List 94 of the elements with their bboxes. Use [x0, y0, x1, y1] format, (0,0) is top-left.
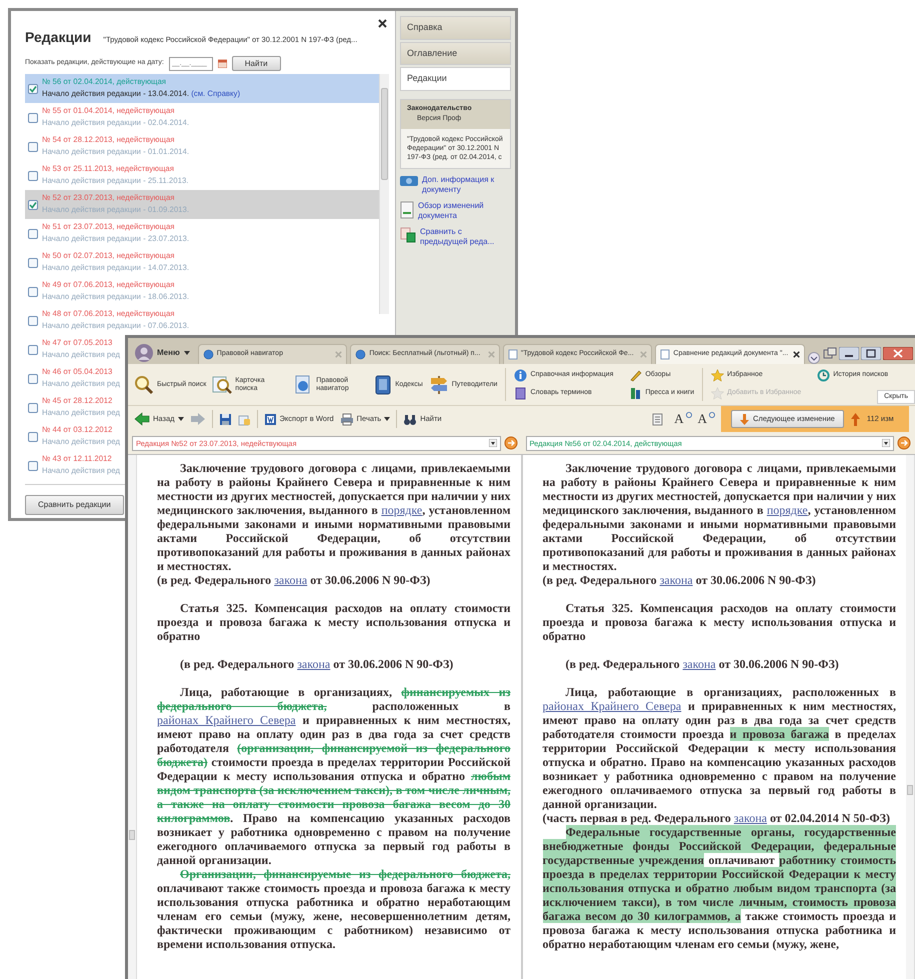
paragraph: (часть первая в ред. Федерального закона от 02.04.2014 N 50-ФЗ): [542, 811, 891, 825]
side-tab[interactable]: Редакции: [400, 67, 511, 90]
user-avatar-icon: [135, 344, 153, 362]
window-close-icon[interactable]: [883, 346, 913, 360]
paragraph: Статья 325. Компенсация расходов на оплату стоимости проезда и провоза багажа к месту использования отпуска и обратно: [542, 600, 896, 643]
paragraph: Статья 325. Компенсация расходов на оплату стоимости проезда и провоза багажа к месту использования отпуска и обратно: [157, 600, 510, 643]
card-magnifier-icon: [212, 374, 232, 394]
paragraph: Организации, финансируемые из федерального бюджета, оплачивают также стоимость проезда и провоза багажа к месту использования отпуска работника и обратно неработающим членам его семьи (мужу, жене, несовершеннолетним детям, фактически проживающим с работником) независимо от времени использования отпуска.: [157, 867, 510, 951]
checkbox[interactable]: [28, 200, 38, 210]
caret-icon: [184, 351, 190, 355]
document-icon[interactable]: [651, 412, 664, 426]
scrollbar[interactable]: [906, 455, 915, 979]
checkbox[interactable]: [28, 403, 38, 413]
checkbox[interactable]: [28, 229, 38, 239]
printer-icon: [340, 412, 354, 426]
books-icon: [629, 387, 642, 400]
checkbox[interactable]: [28, 113, 38, 123]
compare-documents-icon: [400, 226, 416, 242]
checkbox[interactable]: [28, 287, 38, 297]
paragraph: (в ред. Федерального закона от 30.06.2006 N 90-ФЗ): [157, 573, 432, 587]
link[interactable]: закона: [297, 657, 330, 671]
magnifier-icon: [134, 374, 154, 394]
arrow-left-icon: [134, 412, 150, 426]
menu-button[interactable]: Меню: [130, 342, 195, 364]
checkbox[interactable]: [28, 461, 38, 471]
word-document-icon: [264, 412, 276, 426]
link[interactable]: порядке: [381, 503, 422, 517]
info-icon: [514, 369, 528, 382]
link[interactable]: районах Крайнего Севера: [157, 713, 296, 727]
dropdown-arrow-icon: [488, 439, 496, 447]
history-icon: [817, 369, 830, 382]
paragraph: (в ред. Федерального закона от 30.06.2006 N 90-ФЗ): [542, 573, 817, 587]
star-plus-icon: [711, 387, 724, 400]
dropdown-arrow-icon: [882, 439, 890, 447]
paragraph: (в ред. Федерального закона от 30.06.2006 N 90-ФЗ): [179, 656, 454, 671]
pen-icon: [629, 369, 642, 382]
caret-icon: [178, 417, 184, 421]
checkbox[interactable]: [28, 258, 38, 268]
signpost-icon: [428, 374, 449, 394]
find-button[interactable]: Найти: [232, 56, 281, 71]
paragraph: (в ред. Федерального закона от 30.06.2006 N 90-ФЗ): [564, 656, 840, 671]
link[interactable]: закона: [660, 573, 693, 587]
side-link[interactable]: Сравнить с предыдущей реда...: [420, 226, 511, 246]
circle-button-icon[interactable]: [504, 436, 518, 450]
checkbox[interactable]: [28, 432, 38, 442]
star-icon: [711, 369, 724, 382]
link[interactable]: закона: [682, 657, 716, 671]
checkbox[interactable]: [28, 142, 38, 152]
side-tab[interactable]: Оглавление: [400, 42, 511, 65]
minimize-icon[interactable]: [839, 346, 859, 360]
font-increase-button[interactable]: A: [674, 412, 688, 426]
tick-icon: [29, 85, 37, 93]
restore-icon[interactable]: [823, 347, 837, 359]
link[interactable]: закона: [734, 811, 767, 825]
dictionary-icon: [514, 387, 528, 400]
link[interactable]: порядке: [766, 503, 808, 517]
arrow-up-icon[interactable]: [850, 412, 861, 426]
side-tab[interactable]: Справка: [400, 16, 511, 40]
checkbox[interactable]: [28, 316, 38, 326]
font-decrease-button[interactable]: A: [698, 412, 711, 426]
checkbox[interactable]: [28, 345, 38, 355]
circle-button-icon[interactable]: [897, 436, 911, 450]
caret-icon: [384, 417, 390, 421]
paragraph: Заключение трудового договора с лицами, привлекаемыми на работу в районы Крайнего Севера и приравненные к ним местности из других местностей, допускается при наличии у них медицинского заключения, выданного в порядке, установленном федеральными законами и иными нормативными правовыми актами Российской Федерации, об отсутствии противопоказаний для работы и проживания в данных районах и местностях.: [542, 461, 896, 573]
info-card-icon: [400, 174, 418, 186]
checkbox[interactable]: [28, 84, 38, 94]
scrollbar[interactable]: [379, 74, 389, 314]
book-icon: [374, 374, 392, 394]
binoculars-icon: [403, 412, 418, 426]
new-tab-icon[interactable]: [808, 352, 820, 364]
paragraph: Лица, работающие в организациях, расположенных в районах Крайнего Севера и приравненных к ним местностях, имеют право на оплату один раз в два года за счет средств работодателя стоимости проезда и провоза багажа в пределах территории Российской Федерации к месту использования отпуска и обратно. Право на компенсацию указанных расходов возникает у работника одновременно с правом на получение ежегодного оплачиваемого отпуска за первый год работы в данной организации.: [542, 684, 896, 811]
page-icon: [660, 349, 670, 360]
review-document-icon: [400, 200, 414, 218]
paragraph: Лица, работающие в организациях, финансируемых из федерального бюджета, расположенных в районах Крайнего Севера и приравненных к ним местностях, имеют право на оплату один раз в два года за счет средств работодателя (организации, финансируемой из федерального бюджета) стоимости проезда в пределах территории Российской Федерации к месту использования отпуска и обратно любым видом транспорта (за исключением такси), в том числе личным, а также на оплату стоимости провоза багажа весом до 30 килограммов. Право на компенсацию указанных расходов возникает у работника одновременно с правом на получение ежегодного оплачиваемого отпуска за первый год работы в данной организации.: [157, 684, 510, 867]
arrow-right-icon[interactable]: [190, 412, 206, 426]
scrollbar[interactable]: [128, 455, 137, 979]
paragraph: Федеральные государственные органы, государственные внебюджетные фонды Российской Федерации, федеральные государственные учреждения оплачивают работнику стоимость проезда в пределах территории Российской Федерации к месту использования отпуска и обратно любым видом транспорта (за исключением такси), в том числе личным, стоимость провоза багажа весом до 30 килограммов, а также стоимость проезда и провоза багажа к месту использования отпуска работника и обратно неработающим членам его семьи (мужу, жене,: [542, 825, 896, 951]
checkbox[interactable]: [28, 374, 38, 384]
side-link[interactable]: Доп. информация к документу: [422, 174, 511, 194]
checkbox[interactable]: [28, 171, 38, 181]
close-icon[interactable]: [378, 19, 387, 28]
arrow-down-icon: [740, 414, 749, 424]
link[interactable]: закона: [274, 573, 308, 587]
side-link[interactable]: Обзор изменений документа: [418, 200, 511, 220]
link[interactable]: районах Крайнего Севера: [542, 699, 682, 713]
compare-editions-button[interactable]: Сравнить редакции: [25, 495, 124, 515]
tick-icon: [29, 201, 37, 209]
calendar-icon[interactable]: [218, 59, 227, 68]
dialog-title: Редакции: [25, 28, 92, 47]
floppy-icon[interactable]: [218, 412, 232, 426]
close-icon[interactable]: [792, 351, 800, 358]
paragraph: Заключение трудового договора с лицами, привлекаемыми на работу в районы Крайнего Севера и приравненные к ним местности из других местностей, допускается при наличии у них медицинского заключения, выданного в порядке, установленном федеральными законами и иными нормативными правовыми актами Российской Федерации, об отсутствии противопоказаний для работы и проживания в данных районах и местностях.: [157, 461, 510, 573]
page-icon: [508, 349, 518, 360]
maximize-icon[interactable]: [861, 346, 881, 360]
